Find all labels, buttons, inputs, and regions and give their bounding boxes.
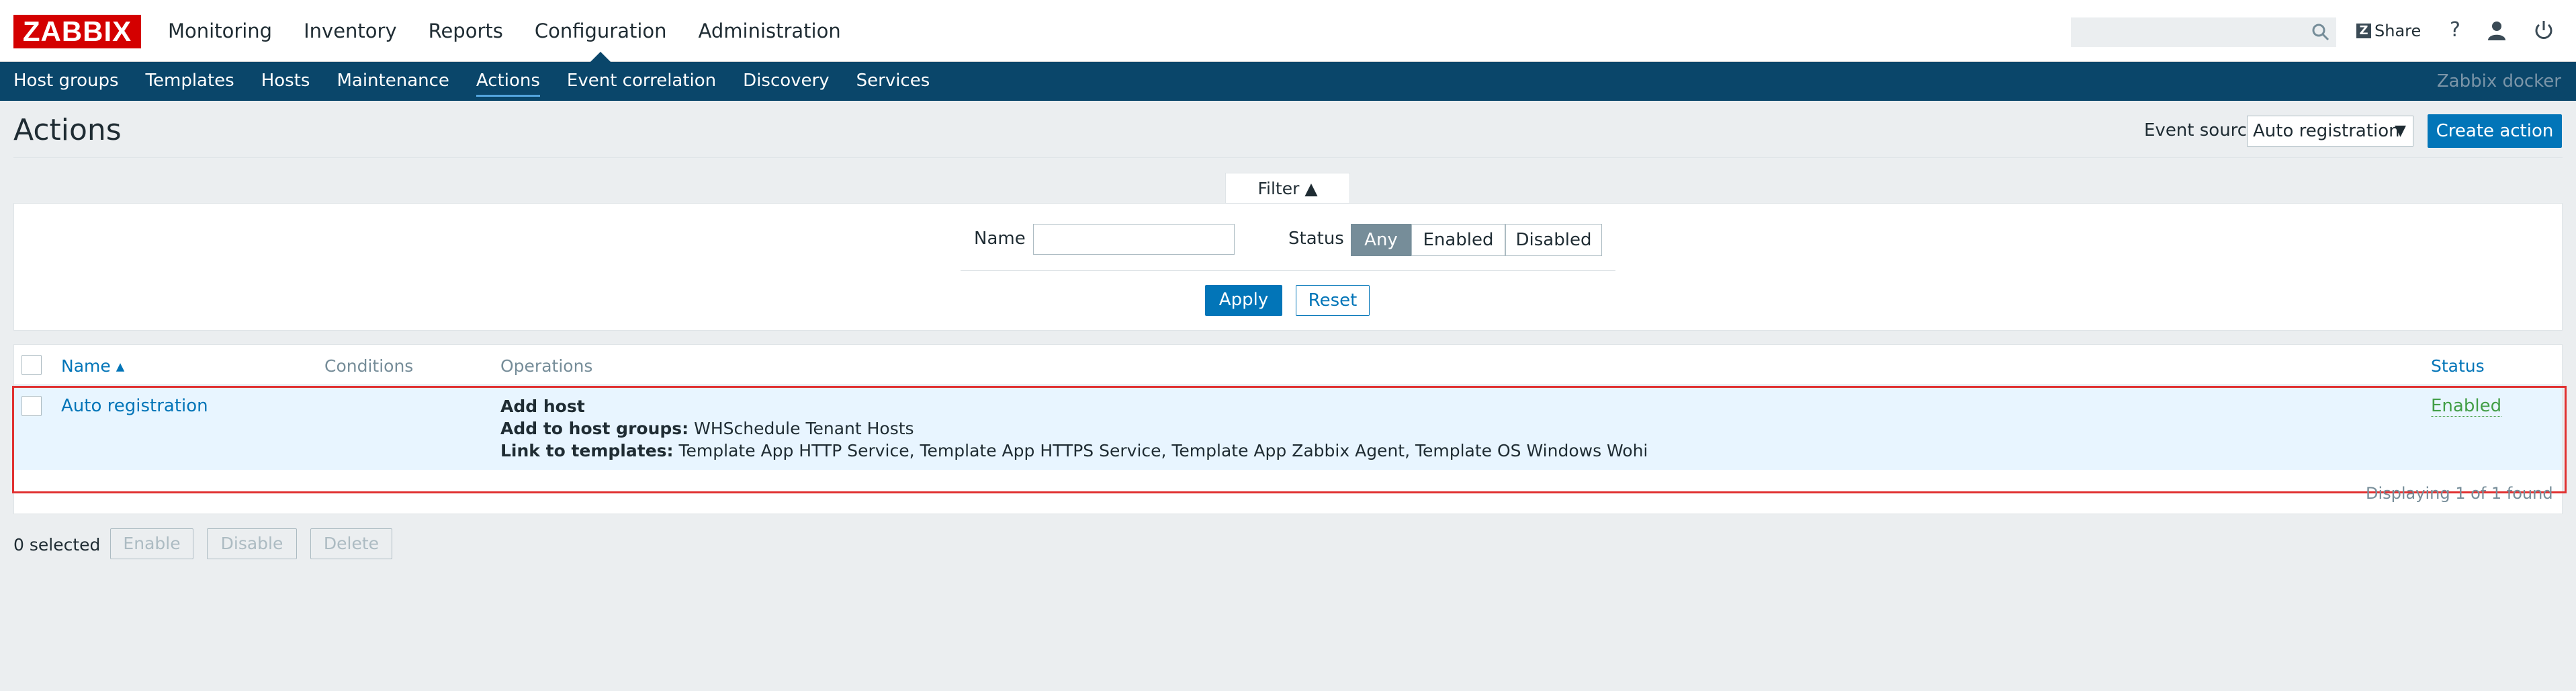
page-title: Actions xyxy=(13,113,122,147)
sub-nav-discovery[interactable]: Discovery xyxy=(743,62,829,101)
column-header-operations: Operations xyxy=(500,356,593,376)
event-source-select[interactable]: Auto registration ▼ xyxy=(2247,116,2413,147)
filter-tab[interactable]: Filter ▲ xyxy=(1225,173,1350,204)
share-button[interactable]: Z Share xyxy=(2356,20,2421,42)
user-profile-icon[interactable] xyxy=(2485,19,2508,42)
search-input[interactable] xyxy=(2071,17,2336,47)
main-nav-reports[interactable]: Reports xyxy=(429,0,503,62)
sub-nav-templates[interactable]: Templates xyxy=(146,62,234,101)
status-enabled-option[interactable]: Enabled xyxy=(1411,224,1505,256)
dropdown-arrow-icon: ▼ xyxy=(2395,122,2406,139)
filter-status-label: Status xyxy=(1288,229,1344,249)
filter-divider xyxy=(961,270,1615,271)
sub-nav-hosts[interactable]: Hosts xyxy=(261,62,310,101)
main-nav-administration[interactable]: Administration xyxy=(699,0,841,62)
sub-nav: Host groups Templates Hosts Maintenance … xyxy=(0,62,2576,101)
event-source-value: Auto registration xyxy=(2253,121,2400,141)
filter-panel xyxy=(13,203,2563,331)
sub-nav-host-groups[interactable]: Host groups xyxy=(13,62,119,101)
sub-nav-event-correlation[interactable]: Event correlation xyxy=(567,62,716,101)
create-action-button[interactable]: Create action xyxy=(2428,114,2562,148)
status-disabled-option[interactable]: Disabled xyxy=(1505,224,1602,256)
main-nav-configuration[interactable]: Configuration xyxy=(535,0,667,63)
filter-name-label: Name xyxy=(974,229,1026,249)
share-label: Share xyxy=(2374,22,2422,40)
search-icon[interactable] xyxy=(2311,22,2331,42)
zabbix-logo[interactable]: ZABBIX xyxy=(13,15,141,48)
server-name: Zabbix docker xyxy=(2436,71,2561,91)
help-icon[interactable]: ? xyxy=(2444,19,2467,42)
sub-nav-actions[interactable]: Actions xyxy=(476,62,540,101)
reset-button[interactable]: Reset xyxy=(1296,285,1370,316)
event-source-label: Event source xyxy=(2144,120,2258,140)
apply-button[interactable]: Apply xyxy=(1205,285,1282,316)
column-header-status[interactable]: Status xyxy=(2431,356,2485,376)
main-nav-monitoring[interactable]: Monitoring xyxy=(168,0,272,62)
filter-name-input[interactable] xyxy=(1033,224,1235,255)
zabbix-share-icon: Z xyxy=(2356,24,2371,38)
main-nav-inventory[interactable]: Inventory xyxy=(304,0,397,62)
status-any-option[interactable]: Any xyxy=(1351,224,1411,256)
column-header-name[interactable]: Name ▴ xyxy=(61,356,124,376)
sign-out-icon[interactable] xyxy=(2532,19,2555,42)
delete-button[interactable]: Delete xyxy=(310,528,392,559)
selected-count: 0 selected xyxy=(13,535,101,555)
select-all-checkbox[interactable] xyxy=(21,355,42,375)
displaying-count: Displaying 1 of 1 found xyxy=(2366,484,2553,503)
enable-button[interactable]: Enable xyxy=(110,528,193,559)
disable-button[interactable]: Disable xyxy=(207,528,297,559)
title-divider xyxy=(13,157,2563,158)
highlight-annotation xyxy=(12,386,2567,493)
column-header-conditions: Conditions xyxy=(324,356,414,376)
sub-nav-services[interactable]: Services xyxy=(856,62,930,101)
sub-nav-maintenance[interactable]: Maintenance xyxy=(337,62,449,101)
top-header: ZABBIX Monitoring Inventory Reports Conf… xyxy=(0,0,2576,63)
main-nav: Monitoring Inventory Reports Configurati… xyxy=(168,0,873,63)
